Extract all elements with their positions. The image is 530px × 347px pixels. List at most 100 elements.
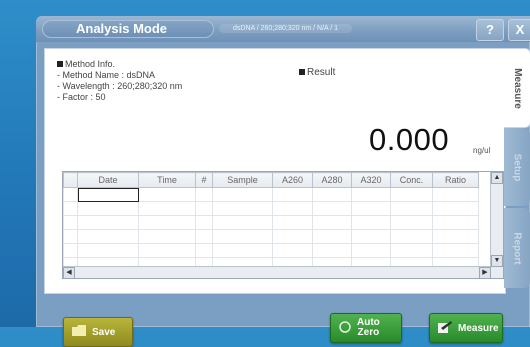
- table-row[interactable]: [63, 215, 479, 230]
- scroll-up-icon[interactable]: ▲: [491, 172, 503, 184]
- table-cell[interactable]: [312, 215, 352, 230]
- auto-zero-label: Auto Zero: [357, 318, 380, 338]
- result-unit: ng/ul: [473, 146, 491, 155]
- table-cell[interactable]: [195, 243, 213, 258]
- table-cell[interactable]: [138, 229, 196, 244]
- table-cell[interactable]: [312, 243, 352, 258]
- table-cell[interactable]: [351, 243, 391, 258]
- table-cell[interactable]: [272, 243, 313, 258]
- table-cell[interactable]: [195, 201, 213, 216]
- method-subtitle: dsDNA / 260;280;320 nm / N/A / 1: [219, 24, 353, 33]
- table-cell[interactable]: [390, 201, 433, 216]
- window-title: Analysis Mode: [42, 20, 214, 38]
- tab-report[interactable]: Report: [504, 208, 530, 288]
- horizontal-scrollbar[interactable]: ◀ ▶: [63, 266, 491, 278]
- circle-icon: [339, 320, 351, 336]
- table-cell[interactable]: [272, 215, 313, 230]
- measure-panel: Method Info. - Method Name : dsDNA - Wav…: [44, 48, 506, 347]
- table-cell[interactable]: [212, 187, 273, 202]
- measure-button[interactable]: Measure: [429, 313, 503, 343]
- col-header-number[interactable]: #: [195, 172, 213, 188]
- scroll-down-icon[interactable]: ▼: [491, 255, 503, 267]
- col-header-a280[interactable]: A280: [312, 172, 352, 188]
- result-value: 0.000: [369, 122, 450, 157]
- tab-setup[interactable]: Setup: [504, 128, 530, 206]
- table-cell[interactable]: [138, 187, 196, 202]
- col-header-conc[interactable]: Conc.: [390, 172, 433, 188]
- table-cell[interactable]: [432, 215, 479, 230]
- table-cell[interactable]: [63, 229, 78, 244]
- table-cell[interactable]: [138, 215, 196, 230]
- table-cell[interactable]: [351, 201, 391, 216]
- table-cell[interactable]: [212, 215, 273, 230]
- save-label: Save: [92, 326, 116, 338]
- table-cell[interactable]: [390, 229, 433, 244]
- side-tabs: Measure Setup Report: [504, 48, 530, 292]
- table-cell[interactable]: [351, 229, 391, 244]
- folder-icon: [72, 325, 86, 339]
- vertical-scrollbar[interactable]: ▲ ▼: [490, 172, 503, 278]
- col-header-time[interactable]: Time: [138, 172, 196, 188]
- table-cell[interactable]: [390, 215, 433, 230]
- table-cell[interactable]: [390, 243, 433, 258]
- table-cell[interactable]: [77, 187, 139, 202]
- table-cell[interactable]: [272, 201, 313, 216]
- table-cell[interactable]: [432, 201, 479, 216]
- table-row[interactable]: [63, 243, 479, 258]
- result-heading: Result: [307, 67, 336, 78]
- table-cell[interactable]: [272, 229, 313, 244]
- table-cell[interactable]: [432, 243, 479, 258]
- table-cell[interactable]: [272, 187, 313, 202]
- table-cell[interactable]: [63, 201, 78, 216]
- table-cell[interactable]: [351, 187, 391, 202]
- table-cell[interactable]: [212, 229, 273, 244]
- scroll-left-icon[interactable]: ◀: [63, 267, 75, 278]
- help-button[interactable]: ?: [476, 19, 504, 41]
- table-header-row: Date Time # Sample A260 A280 A320 Conc. …: [63, 172, 479, 188]
- result-heading-row: Result: [299, 67, 335, 78]
- table-cell[interactable]: [138, 201, 196, 216]
- tab-measure[interactable]: Measure: [504, 48, 530, 128]
- method-info: Method Info. - Method Name : dsDNA - Wav…: [57, 59, 182, 103]
- save-button[interactable]: Save: [63, 317, 133, 347]
- auto-zero-label-line2: Zero: [357, 327, 380, 338]
- method-wavelength: - Wavelength : 260;280;320 nm: [57, 81, 183, 91]
- table-cell[interactable]: [77, 201, 139, 216]
- method-name: - Method Name : dsDNA: [57, 70, 156, 80]
- col-header-a260[interactable]: A260: [272, 172, 313, 188]
- table-cell[interactable]: [77, 243, 139, 258]
- measure-icon: [438, 320, 452, 336]
- table-cell[interactable]: [63, 187, 78, 202]
- table-cell[interactable]: [77, 229, 139, 244]
- table-cell[interactable]: [195, 215, 213, 230]
- col-header-a320[interactable]: A320: [351, 172, 391, 188]
- table-cell[interactable]: [432, 187, 479, 202]
- table-cell[interactable]: [63, 215, 78, 230]
- title-bar: Analysis Mode dsDNA / 260;280;320 nm / N…: [36, 16, 530, 42]
- table-cell[interactable]: [195, 229, 213, 244]
- table-row[interactable]: [63, 201, 479, 216]
- table-cell[interactable]: [212, 243, 273, 258]
- auto-zero-button[interactable]: Auto Zero: [330, 313, 402, 343]
- table-cell[interactable]: [195, 187, 213, 202]
- col-header-date[interactable]: Date: [77, 172, 139, 188]
- method-factor: - Factor : 50: [57, 92, 106, 102]
- table-row[interactable]: [63, 187, 479, 202]
- table-cell[interactable]: [312, 187, 352, 202]
- table-row[interactable]: [63, 229, 479, 244]
- close-button[interactable]: X: [508, 19, 530, 41]
- col-header-index: [63, 172, 78, 188]
- col-header-sample[interactable]: Sample: [212, 172, 273, 188]
- table-cell[interactable]: [432, 229, 479, 244]
- results-table[interactable]: Date Time # Sample A260 A280 A320 Conc. …: [62, 171, 504, 279]
- table-cell[interactable]: [312, 229, 352, 244]
- table-cell[interactable]: [312, 201, 352, 216]
- table-cell[interactable]: [77, 215, 139, 230]
- table-cell[interactable]: [390, 187, 433, 202]
- scroll-right-icon[interactable]: ▶: [479, 267, 491, 278]
- table-cell[interactable]: [138, 243, 196, 258]
- table-cell[interactable]: [351, 215, 391, 230]
- col-header-ratio[interactable]: Ratio: [432, 172, 479, 188]
- table-cell[interactable]: [212, 201, 273, 216]
- table-cell[interactable]: [63, 243, 78, 258]
